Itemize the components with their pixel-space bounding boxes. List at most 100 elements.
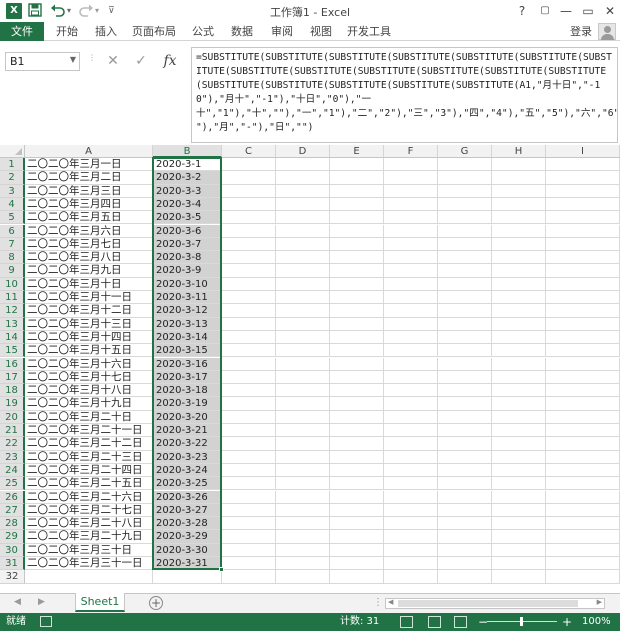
- cell[interactable]: [222, 530, 276, 544]
- redo-dropdown-icon[interactable]: ▾: [95, 3, 99, 19]
- cell-a[interactable]: 二〇二〇年三月一日: [25, 158, 153, 172]
- cell[interactable]: [492, 224, 546, 238]
- row-header[interactable]: 25: [0, 477, 25, 491]
- cell[interactable]: [384, 330, 438, 345]
- prev-sheet-icon[interactable]: ◀: [14, 597, 21, 607]
- cell[interactable]: [438, 490, 492, 504]
- cell[interactable]: [384, 503, 438, 518]
- row-header[interactable]: 5: [0, 211, 25, 225]
- cell[interactable]: [222, 424, 276, 438]
- cell[interactable]: [546, 410, 620, 424]
- row-header[interactable]: 18: [0, 384, 25, 398]
- row-header[interactable]: 22: [0, 437, 25, 451]
- cell[interactable]: [546, 237, 620, 252]
- row-header[interactable]: 1: [0, 158, 25, 172]
- cell-a[interactable]: 二〇二〇年三月三日: [25, 184, 153, 198]
- cell-a[interactable]: 二〇二〇年三月七日: [25, 237, 153, 252]
- cell[interactable]: [438, 264, 492, 278]
- cell[interactable]: [492, 357, 546, 371]
- cell[interactable]: [546, 477, 620, 491]
- cell[interactable]: [492, 490, 546, 504]
- zoom-slider[interactable]: [487, 617, 557, 626]
- cell[interactable]: [438, 450, 492, 464]
- cell-b[interactable]: 2020-3-19: [153, 397, 222, 411]
- cell[interactable]: [330, 357, 384, 371]
- row-header[interactable]: 16: [0, 357, 25, 371]
- row-header[interactable]: 29: [0, 530, 25, 544]
- cell-a[interactable]: 二〇二〇年三月十二日: [25, 304, 153, 318]
- cell[interactable]: [330, 251, 384, 265]
- cell[interactable]: [222, 437, 276, 451]
- cell[interactable]: [546, 330, 620, 345]
- cell[interactable]: [492, 410, 546, 424]
- cell[interactable]: [330, 291, 384, 305]
- cell[interactable]: [438, 211, 492, 225]
- cell[interactable]: [546, 450, 620, 464]
- cell[interactable]: [222, 344, 276, 358]
- cell[interactable]: [438, 344, 492, 358]
- minimize-button[interactable]: —: [556, 2, 576, 20]
- cell[interactable]: [384, 291, 438, 305]
- cell[interactable]: [546, 543, 620, 557]
- cell-b[interactable]: 2020-3-5: [153, 211, 222, 225]
- cell[interactable]: [492, 503, 546, 518]
- cell[interactable]: [276, 424, 330, 438]
- cell[interactable]: [330, 277, 384, 291]
- cell[interactable]: [546, 317, 620, 331]
- cell[interactable]: [384, 557, 438, 571]
- row-header[interactable]: 13: [0, 317, 25, 331]
- cell-a[interactable]: 二〇二〇年三月三十日: [25, 543, 153, 557]
- cell-a[interactable]: 二〇二〇年三月二十八日: [25, 517, 153, 531]
- cell[interactable]: [276, 437, 330, 451]
- cell-a[interactable]: 二〇二〇年三月二十一日: [25, 424, 153, 438]
- cell[interactable]: [438, 557, 492, 571]
- cell[interactable]: [438, 291, 492, 305]
- row-header[interactable]: 11: [0, 291, 25, 305]
- cell-b[interactable]: 2020-3-21: [153, 424, 222, 438]
- cell[interactable]: [276, 370, 330, 385]
- cell[interactable]: [222, 463, 276, 478]
- cell[interactable]: [222, 503, 276, 518]
- cell[interactable]: [276, 330, 330, 345]
- cell[interactable]: [384, 304, 438, 318]
- cell-b[interactable]: 2020-3-18: [153, 384, 222, 398]
- cell[interactable]: [492, 291, 546, 305]
- cell[interactable]: [222, 557, 276, 571]
- row-header[interactable]: 14: [0, 330, 25, 345]
- cell[interactable]: [330, 463, 384, 478]
- row-header[interactable]: 30: [0, 543, 25, 557]
- cell[interactable]: [330, 397, 384, 411]
- cell-a[interactable]: 二〇二〇年三月十五日: [25, 344, 153, 358]
- sign-in-link[interactable]: 登录: [570, 22, 592, 41]
- cell[interactable]: [492, 158, 546, 172]
- cell[interactable]: [492, 517, 546, 531]
- cell[interactable]: [492, 370, 546, 385]
- cell[interactable]: [330, 517, 384, 531]
- cell[interactable]: [546, 251, 620, 265]
- cell[interactable]: [438, 397, 492, 411]
- cell-a[interactable]: 二〇二〇年三月二十七日: [25, 503, 153, 518]
- cell-a[interactable]: 二〇二〇年三月十六日: [25, 357, 153, 371]
- tab-formulas[interactable]: 公式: [188, 22, 218, 41]
- cell-b[interactable]: 2020-3-6: [153, 224, 222, 238]
- cell[interactable]: [546, 304, 620, 318]
- cell[interactable]: [222, 477, 276, 491]
- cell[interactable]: [546, 570, 620, 584]
- cell[interactable]: [546, 277, 620, 291]
- cell[interactable]: [492, 264, 546, 278]
- cell[interactable]: [222, 237, 276, 252]
- cell[interactable]: [222, 171, 276, 185]
- cell[interactable]: [276, 517, 330, 531]
- cell[interactable]: [384, 357, 438, 371]
- cell[interactable]: [330, 370, 384, 385]
- cell[interactable]: [330, 450, 384, 464]
- cell[interactable]: [384, 384, 438, 398]
- cell[interactable]: [438, 237, 492, 252]
- cell[interactable]: [438, 530, 492, 544]
- cell[interactable]: [384, 570, 438, 584]
- sheet-tab-sheet1[interactable]: Sheet1: [75, 593, 125, 612]
- undo-icon[interactable]: [50, 3, 66, 19]
- undo-dropdown-icon[interactable]: ▾: [67, 3, 71, 19]
- cell[interactable]: [330, 184, 384, 198]
- cell[interactable]: [276, 197, 330, 212]
